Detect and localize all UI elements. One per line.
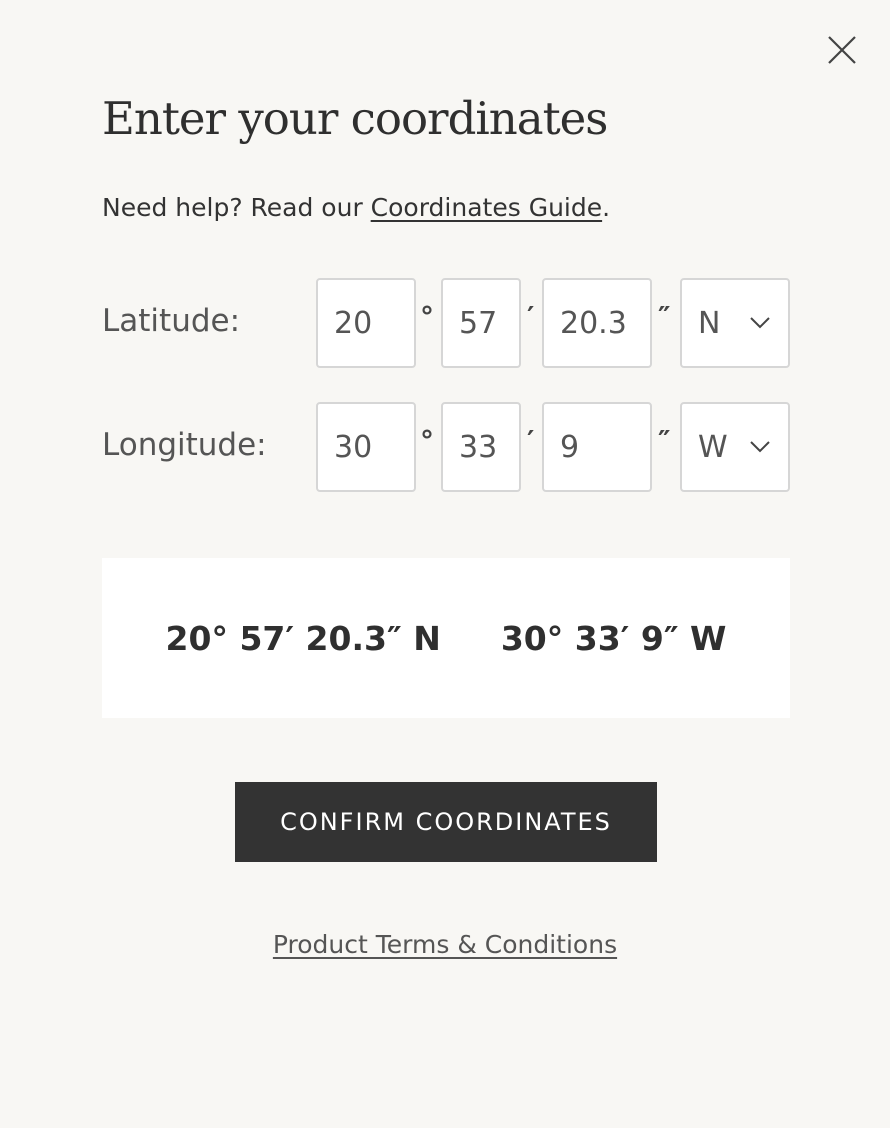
preview-longitude: 30° 33′ 9″ W bbox=[500, 618, 727, 658]
latitude-degrees-input[interactable] bbox=[334, 305, 414, 341]
latitude-minutes-field[interactable] bbox=[441, 278, 521, 368]
dialog-title: Enter your coordinates bbox=[102, 92, 608, 145]
close-icon[interactable] bbox=[826, 34, 858, 66]
minute-symbol: ′ bbox=[527, 300, 535, 333]
longitude-seconds-input[interactable] bbox=[560, 429, 650, 465]
latitude-degrees-field[interactable] bbox=[316, 278, 416, 368]
help-suffix: . bbox=[602, 193, 611, 222]
minute-symbol: ′ bbox=[527, 424, 535, 457]
longitude-direction-select[interactable]: W bbox=[680, 402, 790, 492]
chevron-down-icon bbox=[750, 441, 770, 453]
chevron-down-icon bbox=[750, 317, 770, 329]
longitude-minutes-input[interactable] bbox=[459, 429, 519, 465]
latitude-label: Latitude: bbox=[102, 303, 241, 339]
coordinates-dialog: Enter your coordinates Need help? Read o… bbox=[0, 0, 890, 1128]
second-symbol: ″ bbox=[658, 300, 671, 333]
latitude-direction-select[interactable]: N bbox=[680, 278, 790, 368]
preview-latitude: 20° 57′ 20.3″ N bbox=[165, 618, 441, 658]
longitude-label: Longitude: bbox=[102, 427, 267, 463]
longitude-degrees-input[interactable] bbox=[334, 429, 414, 465]
degree-symbol: ° bbox=[420, 424, 434, 457]
second-symbol: ″ bbox=[658, 424, 671, 457]
longitude-seconds-field[interactable] bbox=[542, 402, 652, 492]
longitude-degrees-field[interactable] bbox=[316, 402, 416, 492]
coordinates-preview: 20° 57′ 20.3″ N 30° 33′ 9″ W bbox=[102, 558, 790, 718]
terms-container: Product Terms & Conditions bbox=[0, 930, 890, 959]
coordinates-guide-link[interactable]: Coordinates Guide bbox=[371, 193, 602, 222]
confirm-coordinates-button[interactable]: CONFIRM COORDINATES bbox=[235, 782, 657, 862]
longitude-minutes-field[interactable] bbox=[441, 402, 521, 492]
latitude-seconds-input[interactable] bbox=[560, 305, 650, 341]
product-terms-link[interactable]: Product Terms & Conditions bbox=[273, 930, 617, 959]
degree-symbol: ° bbox=[420, 300, 434, 333]
latitude-seconds-field[interactable] bbox=[542, 278, 652, 368]
longitude-direction-value: W bbox=[698, 429, 728, 465]
help-prefix: Need help? Read our bbox=[102, 193, 371, 222]
help-text: Need help? Read our Coordinates Guide. bbox=[102, 193, 610, 222]
latitude-minutes-input[interactable] bbox=[459, 305, 519, 341]
latitude-direction-value: N bbox=[698, 305, 721, 341]
